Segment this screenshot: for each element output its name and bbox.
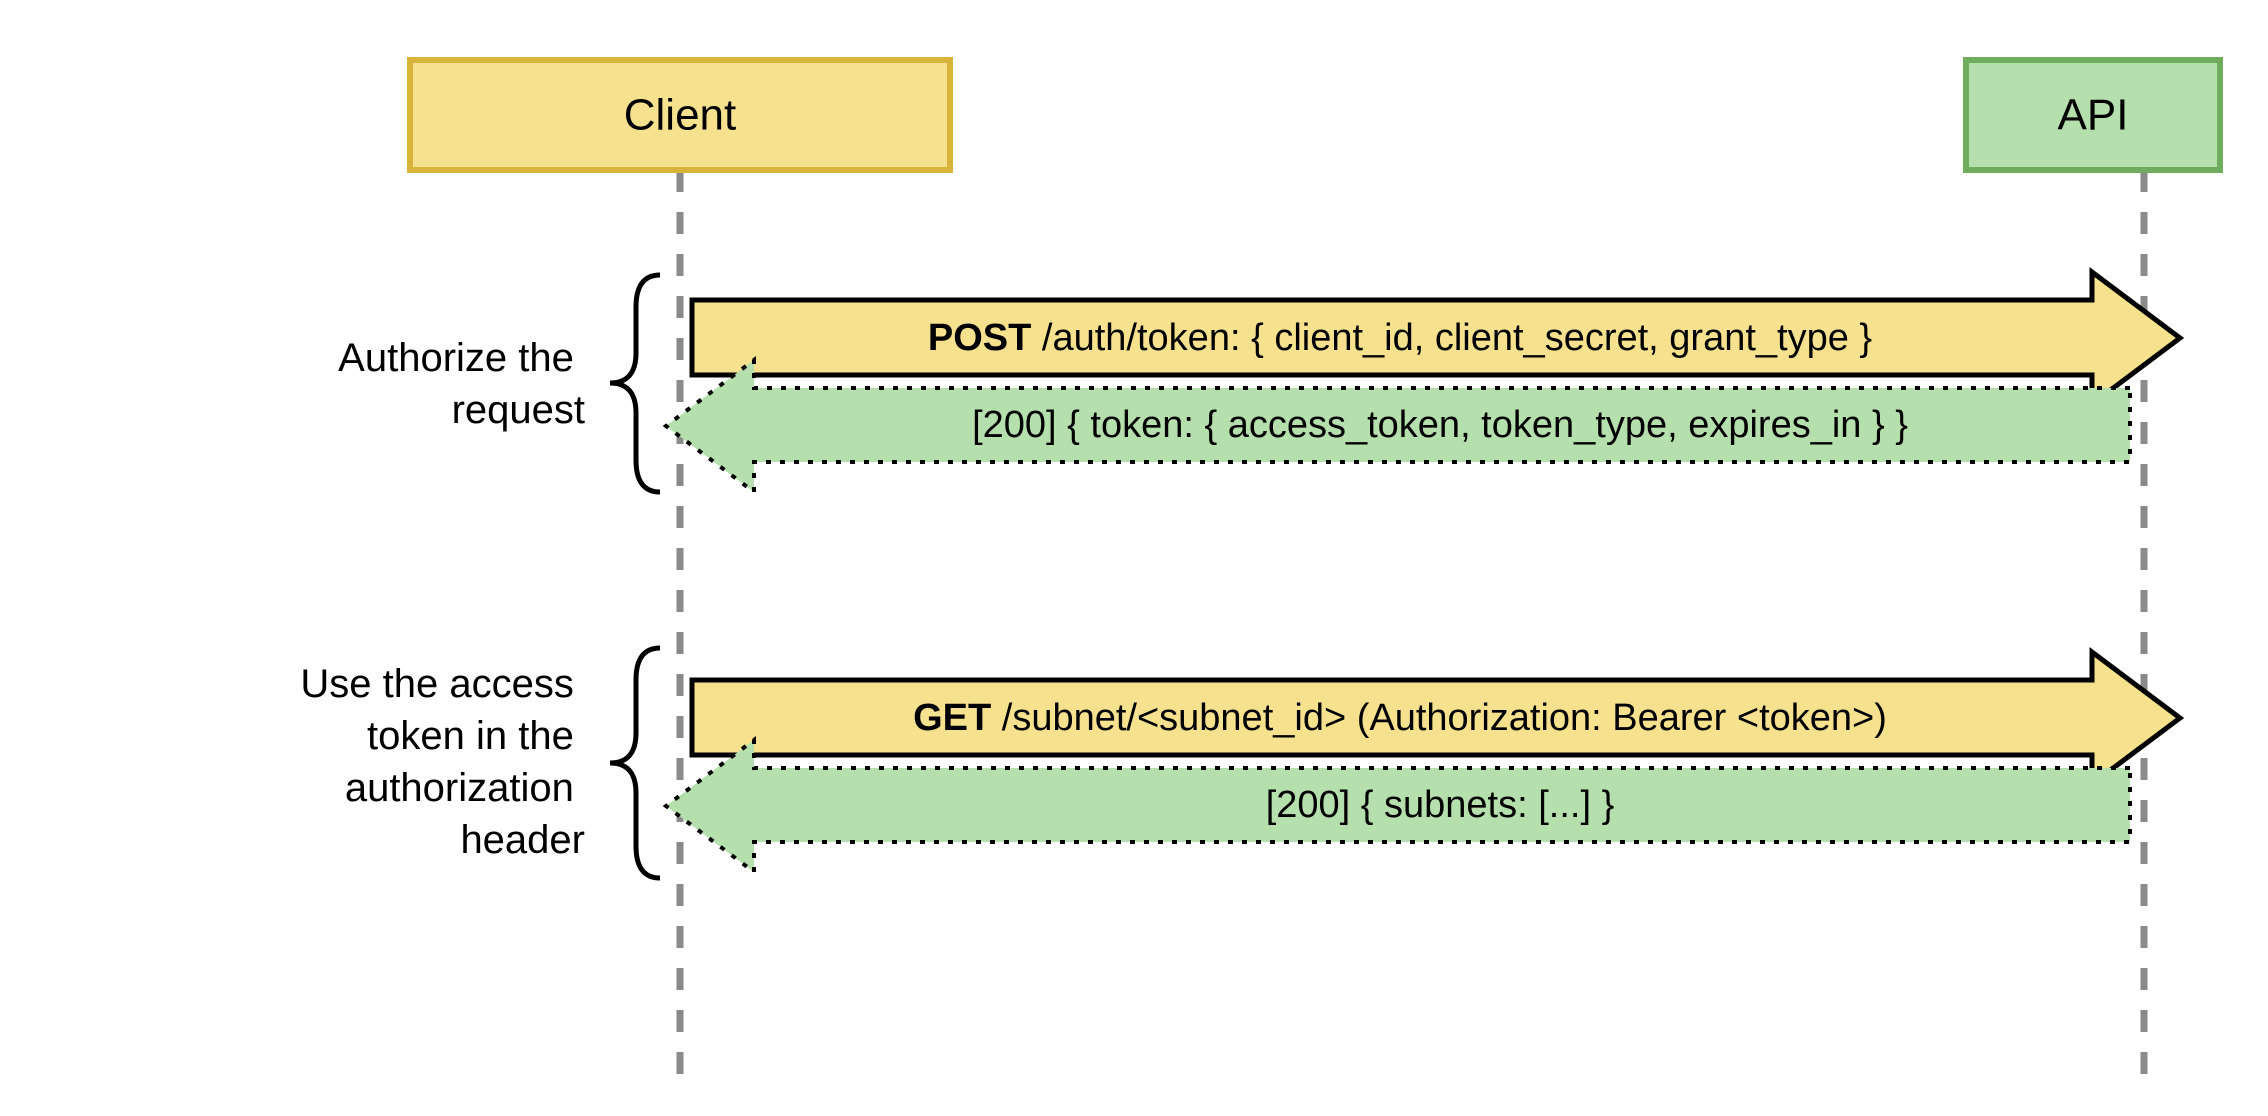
client-actor-label: Client	[624, 91, 737, 140]
phase1-brace	[610, 275, 660, 492]
phase1-request-label: POST /auth/token: { client_id, client_se…	[928, 317, 1872, 359]
phase1-response-label: [200] { token: { access_token, token_typ…	[972, 404, 1908, 446]
phase2-request-label: GET /subnet/<subnet_id> (Authorization: …	[913, 697, 1887, 739]
phase1-side-label: Authorize the request	[338, 336, 585, 432]
phase2-brace	[610, 648, 660, 878]
phase2-response-label: [200] { subnets: [...] }	[1266, 784, 1615, 826]
phase2-side-label: Use the access token in the authorizatio…	[300, 662, 585, 862]
api-actor-label: API	[2058, 91, 2129, 140]
